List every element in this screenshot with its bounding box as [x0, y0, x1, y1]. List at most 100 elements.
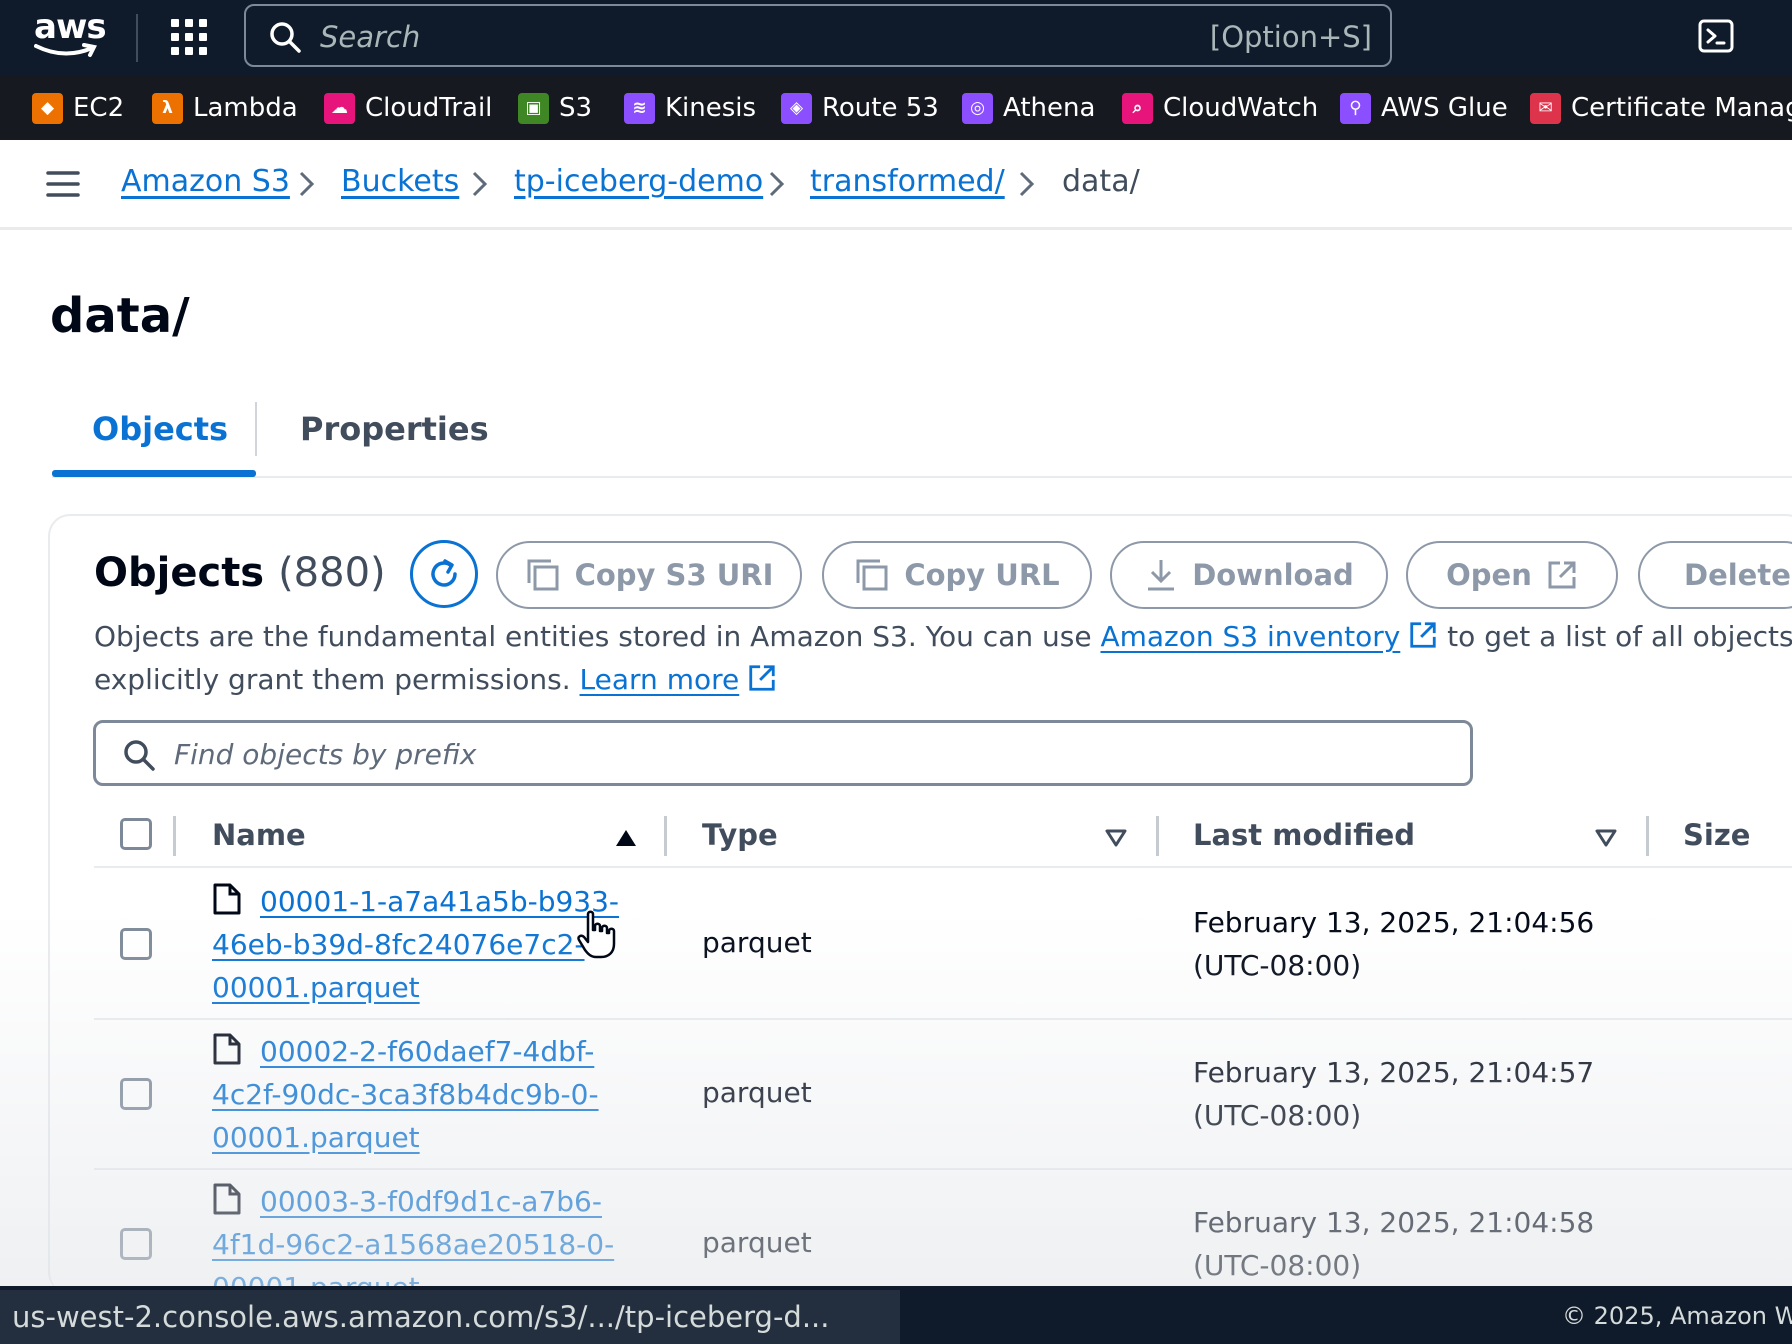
column-divider[interactable]	[664, 816, 667, 856]
row-checkbox[interactable]	[120, 928, 152, 960]
cloudwatch-icon: ⌕	[1122, 92, 1153, 124]
copy-icon	[856, 559, 888, 591]
cloudshell-icon[interactable]	[1698, 18, 1734, 54]
cloudtrail-icon: ☁	[324, 92, 355, 124]
download-label: Download	[1192, 558, 1354, 592]
favorite-lambda[interactable]: λ Lambda	[152, 91, 298, 125]
global-search-input[interactable]: Search [Option+S]	[244, 4, 1392, 67]
page-title: data/	[50, 288, 190, 344]
favorite-label: Route 53	[822, 93, 939, 123]
services-grid-icon[interactable]	[170, 18, 208, 56]
copy-s3-uri-button[interactable]: Copy S3 URI	[496, 541, 802, 609]
column-header-last-modified[interactable]: Last modified	[1193, 818, 1415, 852]
delete-label: Delete	[1684, 558, 1791, 592]
tab-properties[interactable]: Properties	[300, 410, 489, 448]
object-name-link[interactable]: 00001-1-a7a41a5b-b933-	[260, 885, 619, 918]
object-name-link[interactable]: 00001.parquet	[212, 971, 420, 1004]
favorite-label: AWS Glue	[1381, 93, 1508, 123]
objects-description-line2: explicitly grant them permissions. Learn…	[94, 663, 777, 696]
external-link-icon	[1410, 622, 1436, 648]
favorites-bar: ◆ EC2 λ Lambda ☁ CloudTrail ▣ S3 ≋ Kines…	[0, 76, 1792, 140]
modified-timezone: (UTC-08:00)	[1193, 1099, 1362, 1132]
row-checkbox[interactable]	[120, 1228, 152, 1260]
favorite-label: Certificate Manage	[1571, 93, 1792, 123]
chevron-right-icon	[299, 171, 315, 197]
ec2-icon: ◆	[32, 92, 63, 124]
column-header-type[interactable]: Type	[702, 818, 778, 852]
select-all-checkbox[interactable]	[120, 818, 152, 850]
favorite-certificate-manager[interactable]: ✉ Certificate Manage	[1530, 91, 1792, 125]
object-name-link[interactable]: 46eb-b39d-8fc24076e7c2-	[212, 928, 585, 961]
breadcrumb-bucket[interactable]: tp-iceberg-demo	[514, 162, 763, 202]
aws-smile-icon	[34, 43, 97, 57]
favorite-athena[interactable]: ◎ Athena	[962, 91, 1095, 125]
find-objects-input[interactable]: Find objects by prefix	[93, 720, 1473, 786]
favorite-cloudtrail[interactable]: ☁ CloudTrail	[324, 91, 492, 125]
search-icon	[124, 740, 155, 771]
search-shortcut: [Option+S]	[1209, 20, 1372, 54]
breadcrumb-buckets[interactable]: Buckets	[341, 162, 459, 202]
row-checkbox[interactable]	[120, 1078, 152, 1110]
route53-icon: ◈	[781, 92, 812, 124]
file-icon	[213, 883, 241, 915]
favorite-aws-glue[interactable]: ⚲ AWS Glue	[1340, 91, 1508, 125]
refresh-icon	[431, 559, 457, 587]
objects-header: Objects (880)	[94, 550, 386, 596]
nav-divider	[136, 14, 138, 62]
favorite-ec2[interactable]: ◆ EC2	[32, 91, 124, 125]
open-button[interactable]: Open	[1406, 541, 1618, 609]
sort-ascending-icon[interactable]	[614, 828, 638, 848]
description-text: explicitly grant them permissions.	[94, 663, 580, 696]
external-link-icon	[749, 665, 775, 691]
column-divider[interactable]	[1646, 816, 1649, 856]
aws-logo-text: aws	[34, 7, 107, 47]
refresh-button[interactable]	[410, 540, 478, 608]
column-header-size[interactable]: Size	[1683, 818, 1750, 852]
learn-more-link[interactable]: Learn more	[580, 663, 740, 696]
s3-inventory-link[interactable]: Amazon S3 inventory	[1100, 620, 1400, 653]
modified-timezone: (UTC-08:00)	[1193, 949, 1362, 982]
sort-icon[interactable]	[1104, 828, 1128, 848]
active-tab-indicator	[52, 470, 256, 477]
column-divider[interactable]	[1156, 816, 1159, 856]
lambda-icon: λ	[152, 92, 183, 124]
breadcrumb-amazon-s3[interactable]: Amazon S3	[121, 162, 290, 202]
modified-timezone: (UTC-08:00)	[1193, 1249, 1362, 1282]
object-name-link[interactable]: 4f1d-96c2-a1568ae20518-0-	[212, 1228, 614, 1261]
object-last-modified: February 13, 2025, 21:04:56 (UTC-08:00)	[1193, 901, 1594, 987]
sort-icon[interactable]	[1594, 828, 1618, 848]
aws-logo[interactable]: aws	[34, 7, 107, 62]
delete-button[interactable]: Delete	[1638, 541, 1792, 609]
description-text: Objects are the fundamental entities sto…	[94, 620, 1101, 653]
object-last-modified: February 13, 2025, 21:04:57 (UTC-08:00)	[1193, 1051, 1594, 1137]
footer-copyright: © 2025, Amazon W	[1562, 1302, 1792, 1330]
copy-url-button[interactable]: Copy URL	[822, 541, 1092, 609]
favorite-kinesis[interactable]: ≋ Kinesis	[624, 91, 756, 125]
hand-pointer-cursor-icon	[577, 910, 616, 959]
favorite-cloudwatch[interactable]: ⌕ CloudWatch	[1122, 91, 1318, 125]
favorite-label: Athena	[1003, 93, 1096, 123]
modified-date: February 13, 2025, 21:04:56	[1193, 906, 1595, 939]
link-url-tooltip: us-west-2.console.aws.amazon.com/s3/.../…	[0, 1290, 900, 1344]
favorite-s3[interactable]: ▣ S3	[518, 91, 592, 125]
chevron-right-icon	[1019, 171, 1035, 197]
favorite-label: CloudTrail	[365, 93, 493, 123]
object-name-link[interactable]: 00002-2-f60daef7-4dbf-	[260, 1035, 594, 1068]
modified-date: February 13, 2025, 21:04:57	[1193, 1056, 1595, 1089]
favorite-route53[interactable]: ◈ Route 53	[781, 91, 939, 125]
objects-heading: Objects	[94, 550, 265, 596]
object-name-link[interactable]: 00003-3-f0df9d1c-a7b6-	[260, 1185, 602, 1218]
athena-icon: ◎	[962, 92, 993, 124]
download-button[interactable]: Download	[1110, 541, 1388, 609]
breadcrumb-folder-transformed[interactable]: transformed/	[810, 162, 1005, 202]
find-objects-placeholder: Find objects by prefix	[174, 738, 477, 771]
object-name-link[interactable]: 00001.parquet	[212, 1121, 420, 1154]
menu-icon[interactable]	[46, 170, 80, 198]
table-row-name: 00001-1-a7a41a5b-b933- 46eb-b39d-8fc2407…	[212, 880, 632, 1009]
favorite-label: EC2	[73, 93, 125, 123]
description-text: to get a list of all objects in yo	[1447, 620, 1792, 653]
column-header-name[interactable]: Name	[212, 818, 306, 852]
tab-objects[interactable]: Objects	[92, 410, 228, 448]
external-link-icon	[1548, 561, 1576, 589]
object-name-link[interactable]: 4c2f-90dc-3ca3f8b4dc9b-0-	[212, 1078, 599, 1111]
